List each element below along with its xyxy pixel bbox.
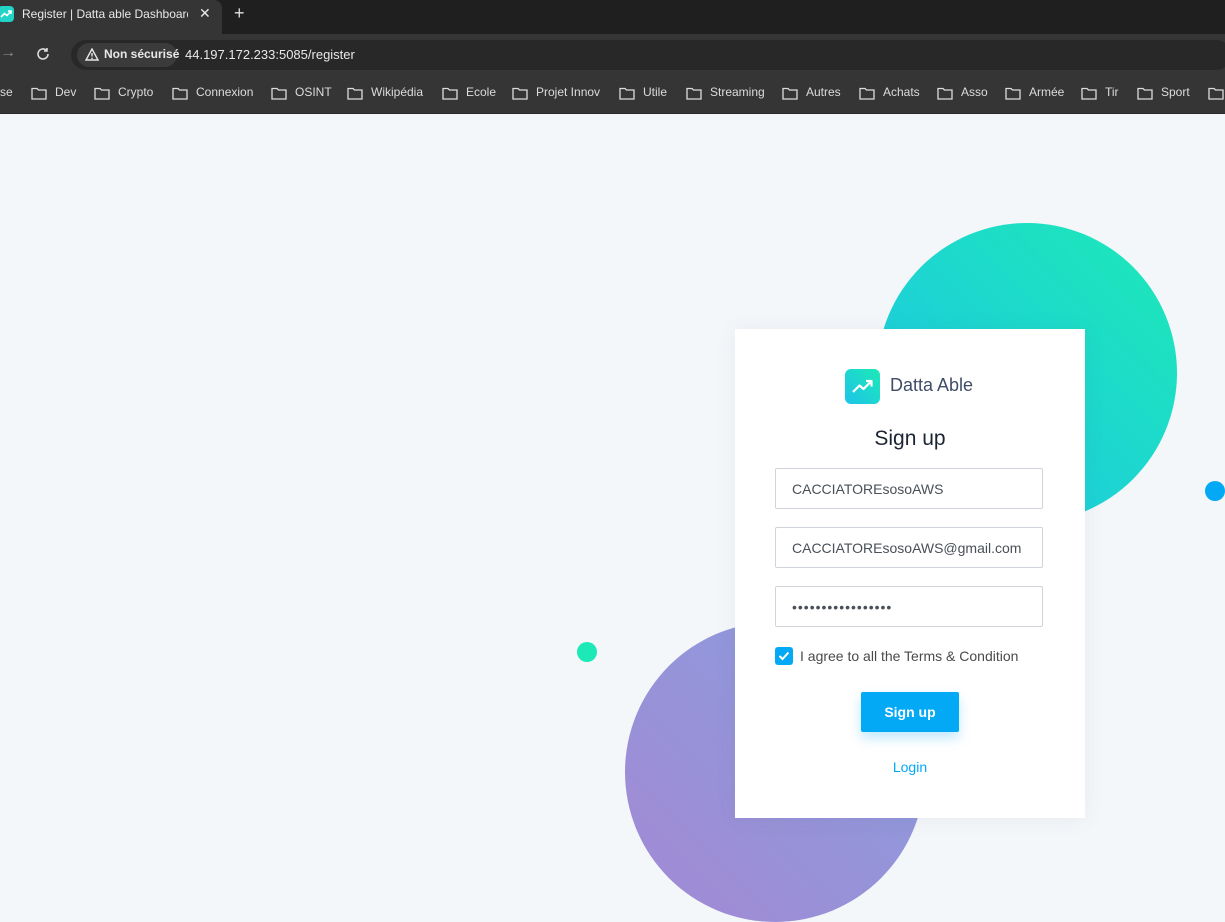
browser-toolbar: → Non sécurisé 44.197.172.233:5085/regis…: [0, 34, 1225, 74]
folder-icon: [94, 87, 110, 100]
folder-icon: [512, 87, 528, 100]
warning-icon: [84, 47, 100, 66]
trend-up-icon: [845, 369, 880, 404]
decorative-dot-green: [577, 642, 597, 662]
terms-checkbox[interactable]: [775, 647, 793, 665]
browser-tab[interactable]: Register | Datta able Dashboard ✕: [0, 0, 222, 34]
bookmarks-bar: se Dev Crypto Connexion OSINT Wikipédia …: [0, 74, 1225, 114]
folder-icon: [31, 87, 47, 100]
bookmark-folder-tir[interactable]: Tir: [1105, 85, 1119, 99]
folder-icon: [271, 87, 287, 100]
password-input[interactable]: [775, 586, 1043, 627]
folder-icon: [859, 87, 875, 100]
username-input[interactable]: [775, 468, 1043, 509]
bookmark-folder-connexion[interactable]: Connexion: [196, 85, 253, 99]
terms-label[interactable]: I agree to all the Terms & Condition: [800, 648, 1018, 664]
bookmark-item[interactable]: se: [0, 85, 13, 99]
bookmark-folder-dev[interactable]: Dev: [55, 85, 76, 99]
reload-icon[interactable]: [36, 47, 50, 66]
close-icon[interactable]: ✕: [199, 5, 211, 22]
bookmark-folder-utile[interactable]: Utile: [643, 85, 667, 99]
folder-icon: [619, 87, 635, 100]
bookmark-folder-asso[interactable]: Asso: [961, 85, 988, 99]
forward-arrow-icon[interactable]: →: [0, 44, 16, 62]
bookmark-folder-projet-innov[interactable]: Projet Innov: [536, 85, 600, 99]
folder-icon: [1081, 87, 1097, 100]
bookmark-folder-osint[interactable]: OSINT: [295, 85, 332, 99]
bookmark-folder-crypto[interactable]: Crypto: [118, 85, 153, 99]
new-tab-button[interactable]: +: [234, 3, 245, 24]
folder-icon: [1137, 87, 1153, 100]
folder-icon: [1005, 87, 1021, 100]
address-bar[interactable]: Non sécurisé 44.197.172.233:5085/registe…: [71, 40, 1225, 70]
url-text[interactable]: 44.197.172.233:5085/register: [185, 47, 355, 62]
checkmark-icon: [778, 651, 790, 661]
email-input[interactable]: [775, 527, 1043, 568]
security-chip[interactable]: Non sécurisé: [77, 43, 180, 67]
signup-button[interactable]: Sign up: [861, 692, 959, 732]
decorative-dot-blue: [1205, 481, 1225, 501]
folder-icon: [937, 87, 953, 100]
bookmark-folder-achats[interactable]: Achats: [883, 85, 920, 99]
bookmark-folder-sport[interactable]: Sport: [1161, 85, 1190, 99]
folder-icon: [686, 87, 702, 100]
bookmark-folder-armee[interactable]: Armée: [1029, 85, 1064, 99]
folder-icon[interactable]: [1208, 87, 1224, 100]
page-title: Sign up: [874, 427, 946, 450]
bookmark-folder-streaming[interactable]: Streaming: [710, 85, 765, 99]
folder-icon: [782, 87, 798, 100]
bookmark-folder-wikipedia[interactable]: Wikipédia: [371, 85, 423, 99]
trend-up-icon: [0, 6, 14, 22]
login-link[interactable]: Login: [735, 759, 1085, 775]
brand-name: Datta Able: [890, 375, 974, 395]
folder-icon: [347, 87, 363, 100]
bookmark-folder-autres[interactable]: Autres: [806, 85, 841, 99]
security-label: Non sécurisé: [104, 47, 180, 61]
bookmark-folder-ecole[interactable]: Ecole: [466, 85, 496, 99]
folder-icon: [442, 87, 458, 100]
signup-card: Datta Able Sign up I agree to all the Te…: [735, 329, 1085, 818]
browser-tab-bar: Register | Datta able Dashboard ✕ +: [0, 0, 1225, 34]
folder-icon: [172, 87, 188, 100]
tab-title: Register | Datta able Dashboard: [22, 7, 188, 21]
